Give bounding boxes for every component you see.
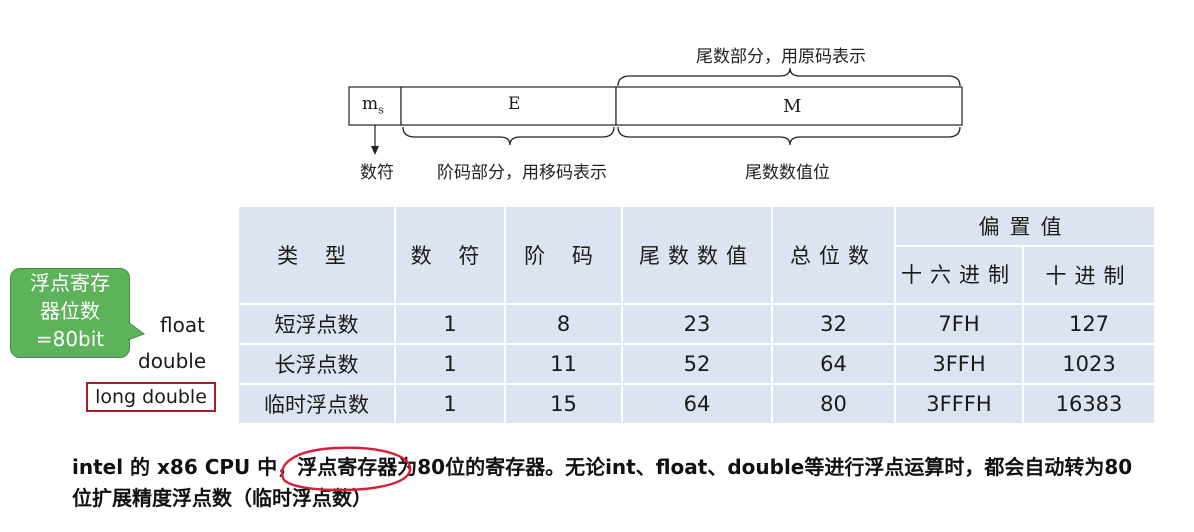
- register-bits-callout: 浮点寄存 器位数 =80bit: [10, 268, 130, 358]
- cell-total: 32: [771, 303, 896, 345]
- sign-field-subscript: s: [378, 103, 384, 117]
- long-double-label: long double: [86, 382, 216, 412]
- exponent-caption: 阶码部分，用移码表示: [437, 163, 607, 183]
- cell-bias-dec: 1023: [1022, 343, 1156, 385]
- callout-line-3: =80bit: [35, 327, 105, 351]
- sign-caption: 数符: [360, 163, 394, 183]
- highlight-ellipse: [280, 446, 412, 492]
- header-bias: 偏置值: [894, 205, 1156, 247]
- header-type: 类 型: [237, 205, 396, 305]
- cell-exponent: 11: [504, 343, 623, 385]
- header-total-bits: 总位数: [771, 205, 896, 305]
- cell-mantissa: 64: [621, 383, 773, 425]
- callout-pointer: [128, 321, 146, 341]
- sign-arrow-head: [371, 146, 379, 155]
- mantissa-part-brace: [617, 67, 961, 87]
- cell-bias-dec: 16383: [1022, 383, 1156, 425]
- table-row: 长浮点数 1 11 52 64 3FFH 1023: [237, 343, 1156, 385]
- highlight-ellipse-stroke: [280, 446, 412, 492]
- exponent-field-label: E: [508, 94, 521, 114]
- cell-type: 临时浮点数: [237, 383, 396, 425]
- note-part-1: intel 的 x86 CPU 中，: [72, 455, 298, 479]
- float-label: float: [160, 313, 205, 337]
- float-format-diagram: ms E M 数符 阶码部分，用移码表示 尾数数值位 尾数部分，用原码表示: [0, 0, 1194, 200]
- exponent-brace: [402, 126, 615, 146]
- cell-mantissa: 23: [621, 303, 773, 345]
- mantissa-caption: 尾数数值位: [745, 163, 830, 183]
- header-mantissa: 尾数数值: [621, 205, 773, 305]
- callout-pointer-shape: [128, 321, 146, 341]
- cell-exponent: 8: [504, 303, 623, 345]
- note-text: intel 的 x86 CPU 中，浮点寄存器为80位的寄存器。无论int、fl…: [72, 452, 1152, 514]
- double-label: double: [138, 349, 207, 373]
- cell-bias-hex: 3FFH: [894, 343, 1024, 385]
- header-exponent: 阶 码: [504, 205, 623, 305]
- cell-bias-hex: 3FFFH: [894, 383, 1024, 425]
- cell-total: 64: [771, 343, 896, 385]
- sign-field-label: ms: [362, 94, 384, 116]
- callout-line-1: 浮点寄存: [30, 271, 110, 295]
- cell-type: 短浮点数: [237, 303, 396, 345]
- cell-bias-hex: 7FH: [894, 303, 1024, 345]
- table-row: 临时浮点数 1 15 64 80 3FFFH 16383: [237, 383, 1156, 425]
- table-row: 短浮点数 1 8 23 32 7FH 127: [237, 303, 1156, 345]
- cell-mantissa: 52: [621, 343, 773, 385]
- sign-field-letter: m: [362, 94, 379, 114]
- header-bias-hex: 十六进制: [894, 245, 1024, 305]
- cell-type: 长浮点数: [237, 343, 396, 385]
- float-format-table: 类 型 数 符 阶 码 尾数数值 总位数 偏置值 十六进制 十进制 短浮点数 1…: [237, 205, 1156, 425]
- cell-sign: 1: [394, 383, 506, 425]
- cell-exponent: 15: [504, 383, 623, 425]
- mantissa-part-caption: 尾数部分，用原码表示: [696, 47, 866, 67]
- mantissa-field-label: M: [783, 96, 802, 117]
- callout-line-2: 器位数: [40, 299, 100, 323]
- header-sign: 数 符: [394, 205, 506, 305]
- cell-sign: 1: [394, 343, 506, 385]
- cell-bias-dec: 127: [1022, 303, 1156, 345]
- cell-total: 80: [771, 383, 896, 425]
- mantissa-brace: [617, 126, 961, 146]
- cell-sign: 1: [394, 303, 506, 345]
- header-bias-dec: 十进制: [1022, 245, 1156, 305]
